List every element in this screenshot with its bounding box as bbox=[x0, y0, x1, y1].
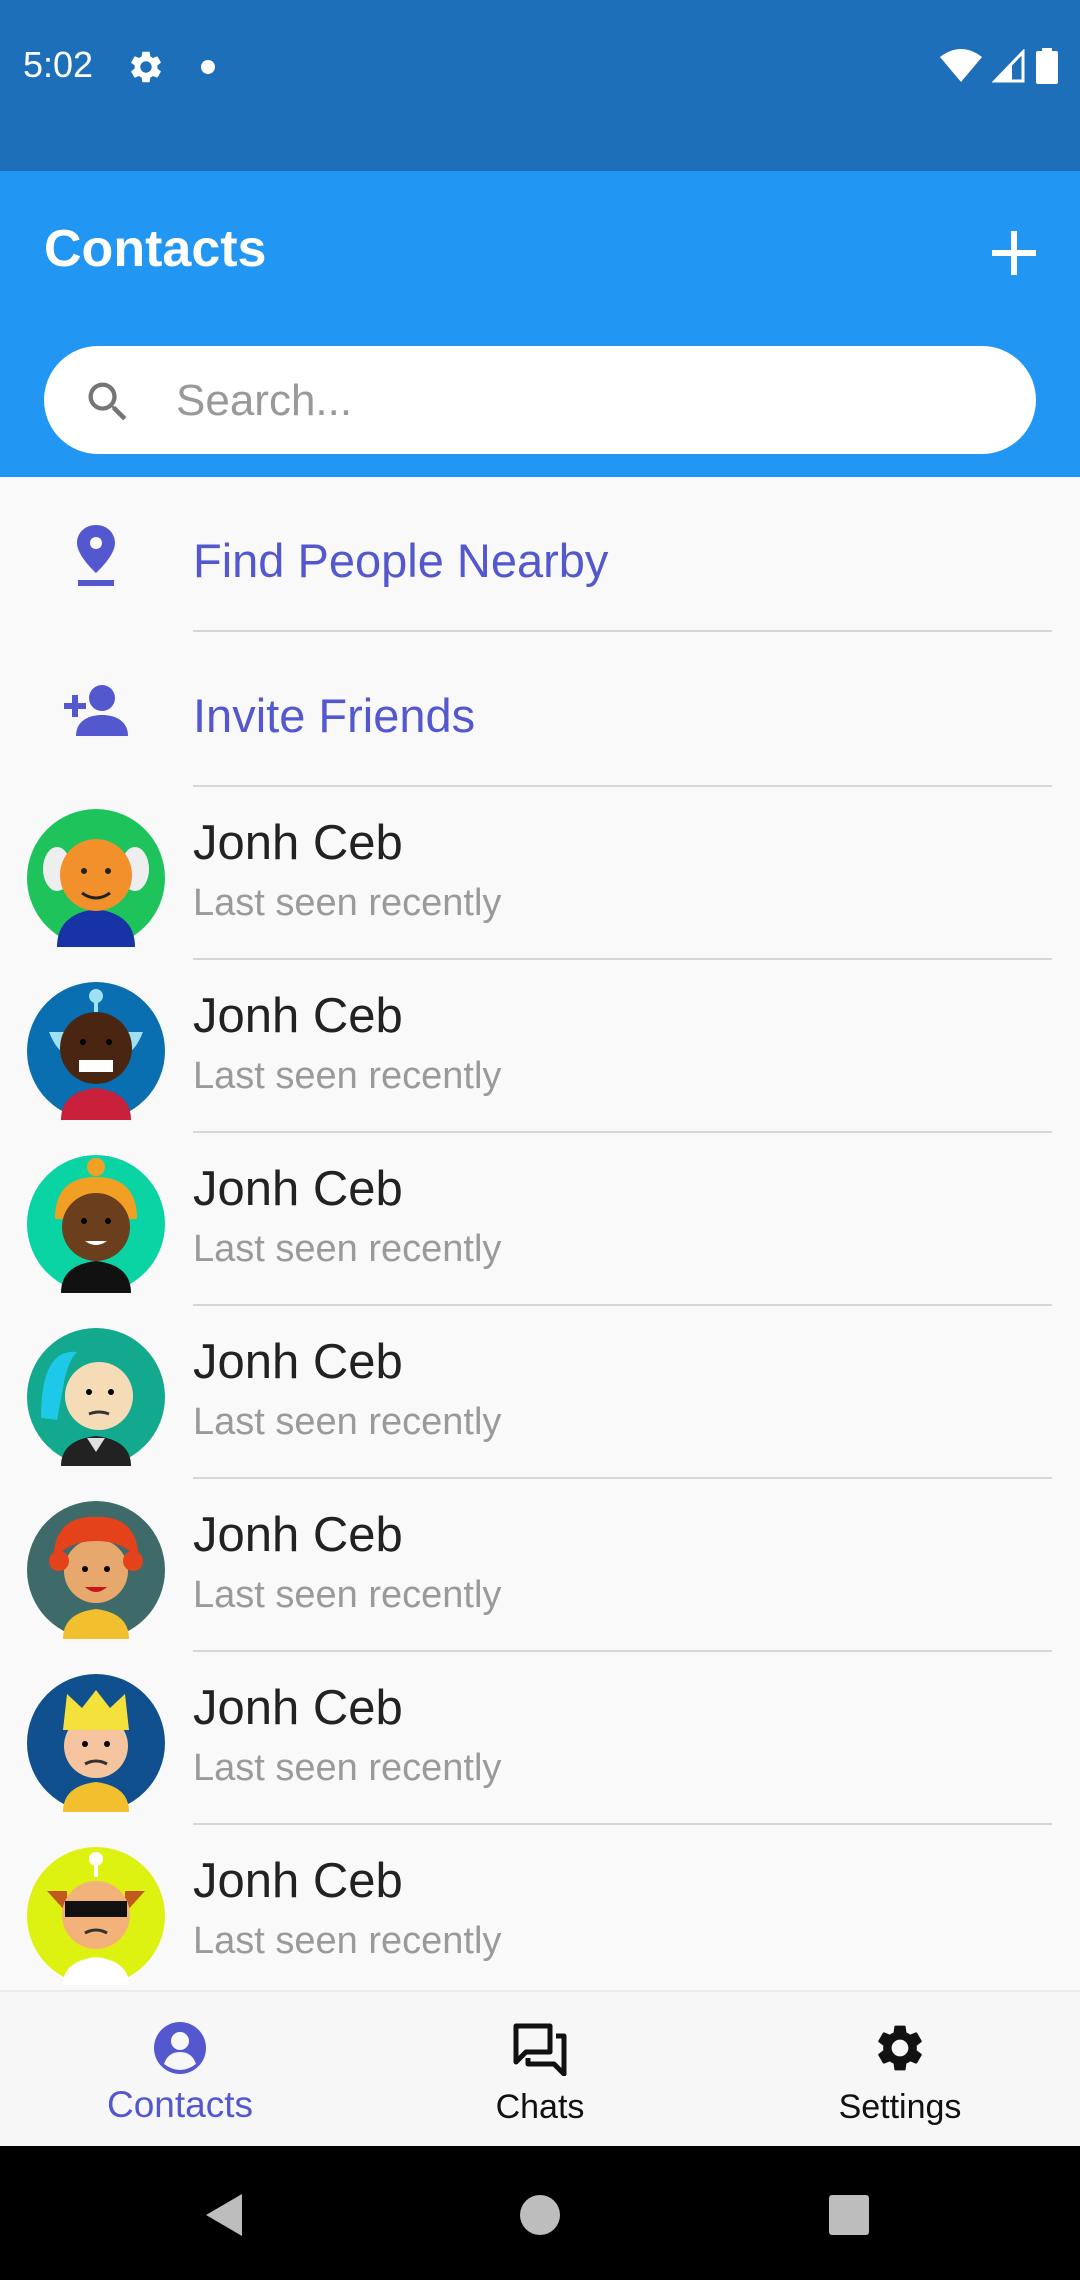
contact-name: Jonh Ceb bbox=[193, 989, 403, 1043]
search-icon bbox=[88, 382, 127, 421]
contact-row[interactable]: Jonh Ceb Last seen recently bbox=[0, 1652, 1080, 1825]
contacts-list: Find People Nearby Invite Friends Jonh C… bbox=[0, 477, 1080, 1990]
contact-row[interactable]: Jonh Ceb Last seen recently bbox=[0, 1479, 1080, 1652]
avatar bbox=[27, 982, 165, 1120]
avatar bbox=[27, 1501, 165, 1639]
location-pin-icon bbox=[77, 525, 115, 586]
status-bar: 5:02 bbox=[0, 0, 1080, 171]
home-icon[interactable] bbox=[519, 2194, 561, 2236]
contact-status: Last seen recently bbox=[193, 882, 502, 924]
chats-icon bbox=[513, 2023, 567, 2076]
signal-icon bbox=[992, 49, 1025, 83]
find-people-nearby-label: Find People Nearby bbox=[193, 534, 609, 587]
avatar bbox=[27, 809, 165, 947]
contact-row[interactable]: Jonh Ceb Last seen recently bbox=[0, 1825, 1080, 1990]
add-contact-button[interactable] bbox=[984, 223, 1044, 283]
nav-chats-tab[interactable]: Chats bbox=[360, 1992, 720, 2148]
contact-name: Jonh Ceb bbox=[193, 1508, 403, 1562]
contact-name: Jonh Ceb bbox=[193, 1335, 403, 1389]
avatar bbox=[27, 1847, 165, 1985]
nav-contacts-label: Contacts bbox=[106, 2084, 253, 2125]
contact-status: Last seen recently bbox=[193, 1920, 502, 1962]
contact-status: Last seen recently bbox=[193, 1055, 502, 1097]
contact-name: Jonh Ceb bbox=[193, 1162, 403, 1216]
contact-name: Jonh Ceb bbox=[193, 1681, 403, 1735]
contact-status: Last seen recently bbox=[193, 1574, 502, 1616]
contact-row[interactable]: Jonh Ceb Last seen recently bbox=[0, 960, 1080, 1133]
nav-settings-label: Settings bbox=[838, 2088, 962, 2126]
battery-icon bbox=[1036, 48, 1058, 84]
bottom-navigation: Contacts Chats Settings bbox=[0, 1990, 1080, 2146]
nav-contacts-tab[interactable]: Contacts bbox=[0, 1992, 360, 2148]
add-person-icon bbox=[64, 685, 128, 736]
page-title: Contacts bbox=[44, 220, 267, 278]
search-bar[interactable] bbox=[44, 346, 1036, 456]
gear-icon bbox=[878, 2025, 922, 2071]
status-time: 5:02 bbox=[23, 44, 94, 85]
person-icon bbox=[154, 2022, 206, 2074]
contact-row[interactable]: Jonh Ceb Last seen recently bbox=[0, 1306, 1080, 1479]
back-icon[interactable] bbox=[204, 2192, 244, 2238]
avatar bbox=[27, 1328, 165, 1466]
invite-friends-label: Invite Friends bbox=[193, 689, 476, 742]
contact-status: Last seen recently bbox=[193, 1401, 502, 1443]
invite-friends-item[interactable]: Invite Friends bbox=[0, 632, 1080, 787]
settings-notification-icon bbox=[131, 51, 161, 83]
avatar bbox=[27, 1155, 165, 1293]
contact-name: Jonh Ceb bbox=[193, 816, 403, 870]
nav-settings-tab[interactable]: Settings bbox=[720, 1992, 1080, 2148]
contact-row[interactable]: Jonh Ceb Last seen recently bbox=[0, 1133, 1080, 1306]
contact-status: Last seen recently bbox=[193, 1747, 502, 1789]
status-icons bbox=[940, 46, 1058, 86]
app-bar: Contacts bbox=[0, 171, 1080, 477]
avatar bbox=[27, 1674, 165, 1812]
nav-chats-label: Chats bbox=[495, 2088, 585, 2126]
search-input[interactable] bbox=[174, 346, 998, 456]
contact-row[interactable]: Jonh Ceb Last seen recently bbox=[0, 787, 1080, 960]
system-navigation-bar bbox=[0, 2146, 1080, 2280]
find-people-nearby-item[interactable]: Find People Nearby bbox=[0, 477, 1080, 632]
notification-dot-icon bbox=[201, 60, 215, 74]
wifi-icon bbox=[940, 49, 982, 82]
recents-icon[interactable] bbox=[828, 2194, 870, 2236]
contact-name: Jonh Ceb bbox=[193, 1854, 403, 1908]
contact-status: Last seen recently bbox=[193, 1228, 502, 1270]
